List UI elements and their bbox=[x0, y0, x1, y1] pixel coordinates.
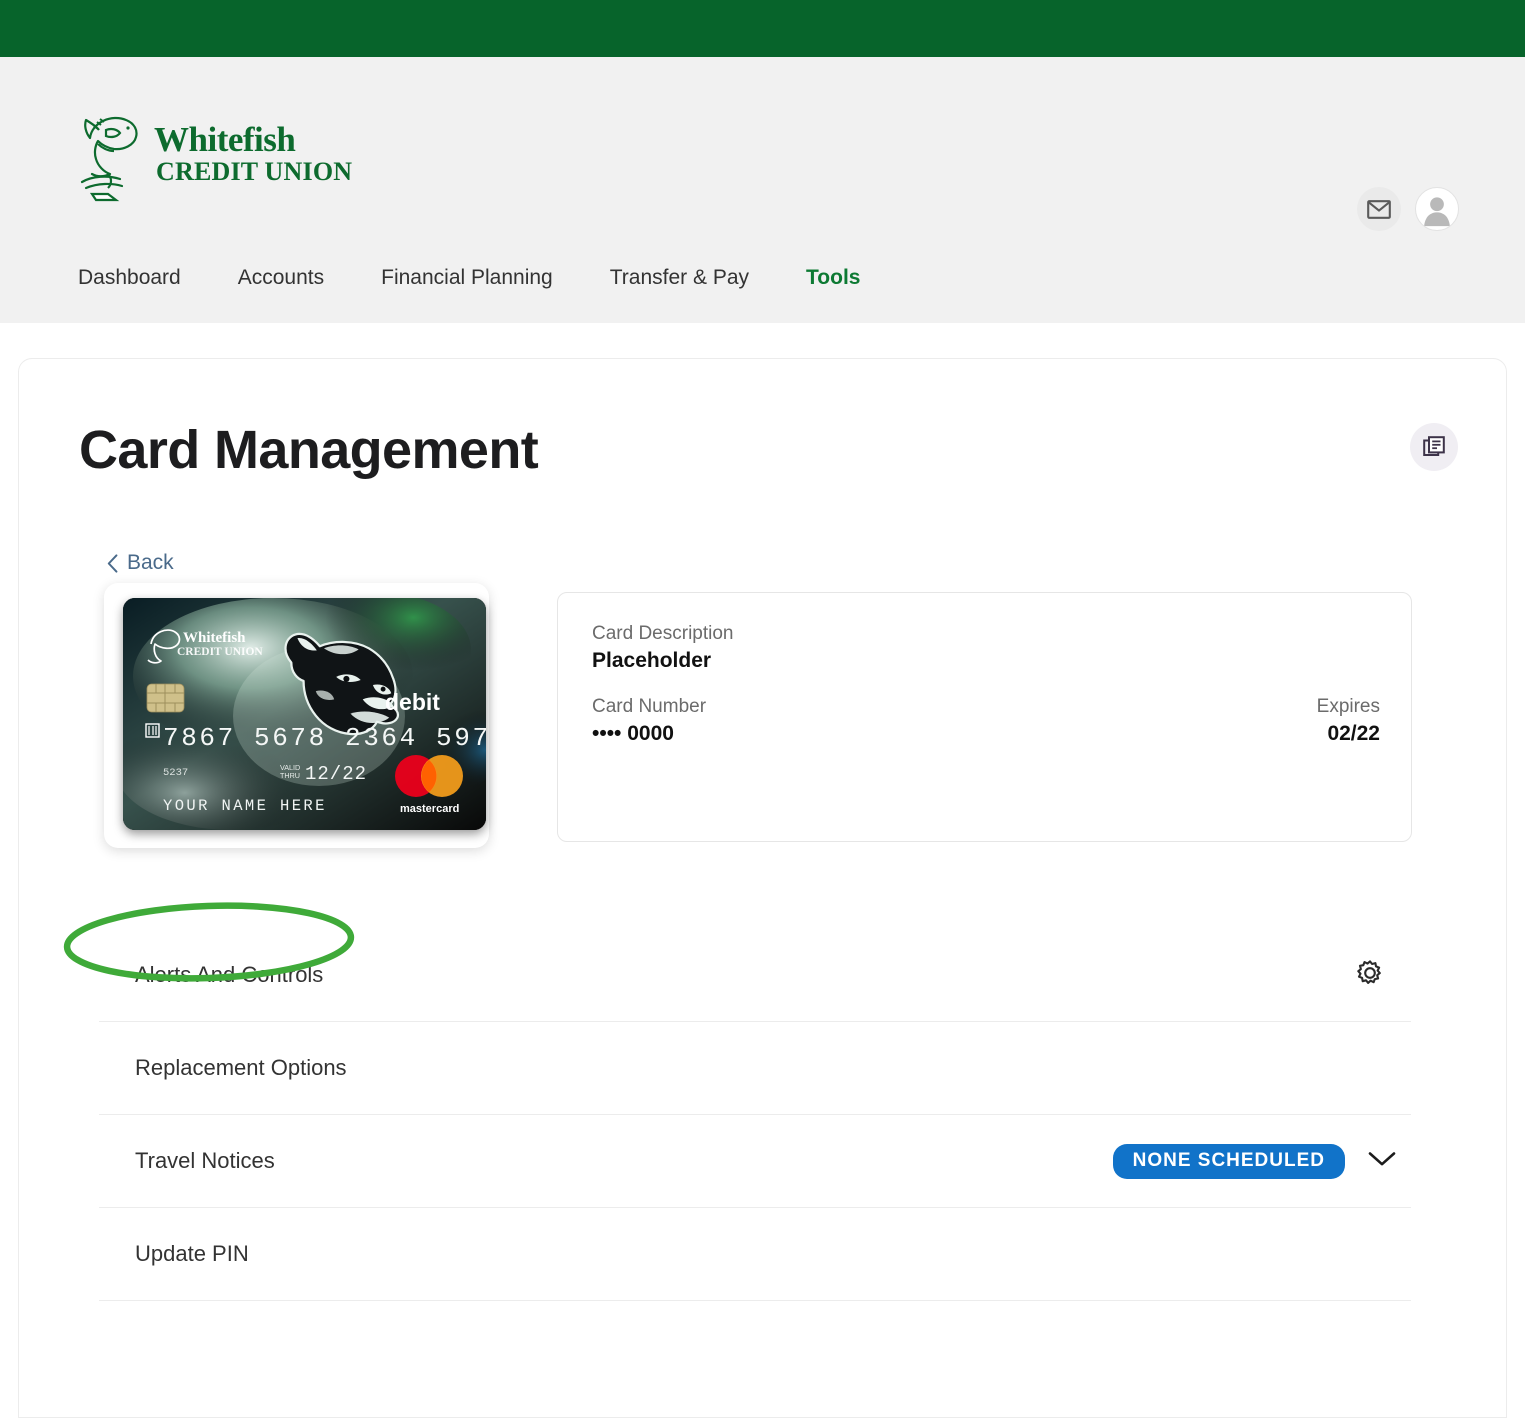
documents-icon bbox=[1423, 436, 1445, 456]
card-artwork: Whitefish CREDIT UNION debit 7867 5678 2… bbox=[123, 598, 486, 830]
debit-card-image[interactable]: Whitefish CREDIT UNION debit 7867 5678 2… bbox=[123, 598, 486, 830]
nav-item-accounts[interactable]: Accounts bbox=[238, 266, 381, 290]
status-badge-travel-notices: NONE SCHEDULED bbox=[1112, 1143, 1345, 1179]
card-expires-value: 02/22 bbox=[1327, 721, 1380, 745]
card-number-field: Card Number •••• 0000 bbox=[592, 694, 706, 748]
primary-navigation: Dashboard Accounts Financial Planning Tr… bbox=[78, 266, 860, 290]
gear-icon[interactable] bbox=[1357, 959, 1383, 991]
card-number-label: Card Number bbox=[592, 696, 707, 717]
nav-item-financial-planning[interactable]: Financial Planning bbox=[381, 266, 610, 290]
page-title: Card Management bbox=[79, 420, 539, 480]
back-link-label: Back bbox=[127, 551, 174, 574]
row-replacement-options[interactable]: Replacement Options bbox=[99, 1022, 1411, 1115]
header-icon-group bbox=[1357, 187, 1459, 231]
svg-text:CREDIT UNION: CREDIT UNION bbox=[177, 646, 263, 658]
chevron-down-icon[interactable] bbox=[1367, 1150, 1397, 1173]
brand-logo[interactable]: Whitefish CREDIT UNION bbox=[78, 101, 378, 206]
nav-item-dashboard[interactable]: Dashboard bbox=[78, 266, 238, 290]
content-panel: Card Management Back Whitefish CREDIT UN… bbox=[18, 358, 1507, 1418]
whitefish-logo-icon bbox=[80, 116, 138, 201]
card-product-label: debit bbox=[385, 689, 440, 715]
card-valid-thru: 12/22 bbox=[305, 763, 367, 785]
messages-button[interactable] bbox=[1357, 187, 1401, 231]
card-expires-field: Expires 02/22 bbox=[1317, 694, 1380, 748]
card-chip bbox=[146, 683, 185, 713]
row-label-travel-notices: Travel Notices bbox=[135, 1148, 275, 1173]
row-trailing-alerts-and-controls bbox=[1357, 959, 1397, 991]
profile-button[interactable] bbox=[1415, 187, 1459, 231]
card-details-panel: Card Description Placeholder Card Number… bbox=[557, 592, 1412, 842]
chevron-left-icon bbox=[107, 553, 118, 573]
row-label-alerts-and-controls: Alerts And Controls bbox=[135, 962, 324, 987]
statements-button[interactable] bbox=[1410, 423, 1458, 471]
card-number-embossed: 7867 5678 2364 5978 bbox=[163, 723, 486, 753]
svg-text:mastercard: mastercard bbox=[400, 803, 459, 815]
card-holder-name: YOUR NAME HERE bbox=[163, 797, 327, 815]
row-travel-notices[interactable]: Travel Notices NONE SCHEDULED bbox=[99, 1115, 1411, 1208]
nav-item-tools[interactable]: Tools bbox=[806, 266, 860, 290]
row-label-replacement-options: Replacement Options bbox=[135, 1055, 347, 1080]
card-description-value: Placeholder bbox=[592, 648, 712, 672]
row-trailing-travel-notices: NONE SCHEDULED bbox=[1112, 1143, 1397, 1179]
card-small-code: 5237 bbox=[163, 767, 188, 779]
user-avatar-icon bbox=[1424, 197, 1450, 227]
card-number-value: •••• 0000 bbox=[592, 721, 674, 745]
brand-name-line2: CREDIT UNION bbox=[156, 157, 353, 186]
back-link[interactable]: Back bbox=[107, 551, 174, 575]
row-update-pin[interactable]: Update PIN bbox=[99, 1208, 1411, 1301]
card-image-frame: Whitefish CREDIT UNION debit 7867 5678 2… bbox=[104, 583, 489, 848]
card-expires-label: Expires bbox=[1316, 696, 1380, 717]
row-label-update-pin: Update PIN bbox=[135, 1241, 249, 1266]
row-alerts-and-controls[interactable]: Alerts And Controls bbox=[99, 929, 1411, 1022]
card-description-field: Card Description Placeholder bbox=[592, 621, 734, 675]
brand-name-line1: Whitefish bbox=[154, 120, 296, 159]
nav-item-transfer-and-pay[interactable]: Transfer & Pay bbox=[610, 266, 806, 290]
card-valid-label-2: THRU bbox=[280, 771, 300, 780]
card-description-label: Card Description bbox=[592, 623, 734, 644]
mail-icon bbox=[1367, 199, 1391, 219]
top-accent-bar bbox=[0, 0, 1525, 57]
svg-text:Whitefish: Whitefish bbox=[183, 630, 246, 646]
brand-wordmark: Whitefish CREDIT UNION bbox=[154, 122, 352, 185]
mastercard-logo: mastercard bbox=[395, 755, 463, 815]
card-options-list: Alerts And Controls Replacement Options … bbox=[99, 929, 1411, 1301]
